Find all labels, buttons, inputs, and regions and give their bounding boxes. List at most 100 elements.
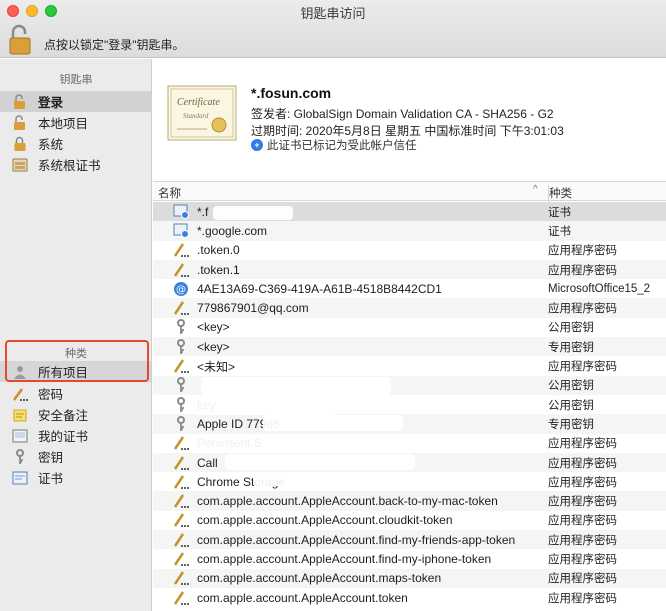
row-name: com.apple.account.AppleAccount.cloudkit-… — [197, 513, 453, 528]
row-kind: 应用程序密码 — [548, 592, 617, 605]
table-row[interactable]: 779867901@qq.com 应用程序密码 — [153, 298, 666, 318]
row-name: .token.0 — [197, 243, 240, 258]
table-row[interactable]: *.google.com 证书 — [153, 221, 666, 241]
cabinet-icon — [12, 157, 28, 173]
pencil-dots-icon — [173, 435, 189, 451]
column-header-kind[interactable]: 种类 — [548, 185, 666, 203]
note-icon — [12, 407, 28, 423]
sidebar-item-certificates[interactable]: 证书 — [0, 467, 151, 488]
pencil-dots-icon — [173, 512, 189, 528]
sidebar-item-secure-notes[interactable]: 安全备注 — [0, 404, 151, 425]
pencil-dots-icon — [173, 455, 189, 471]
redaction-blur — [201, 377, 391, 395]
key-icon — [173, 396, 189, 413]
row-name: *.google.com — [197, 223, 268, 238]
redaction-blur — [213, 206, 293, 220]
table-row[interactable]: com.apple.account.AppleAccount.find-my-f… — [153, 530, 666, 550]
table-row[interactable]: com.apple.account.AppleAccount.maps-toke… — [153, 568, 666, 588]
sidebar-item-label: 证书 — [38, 472, 64, 486]
main-pane: Certificate Standard *.fosun.com 签发者: Gl… — [153, 59, 666, 611]
certificate-preview-icon: Certificate Standard — [167, 85, 237, 141]
table-row[interactable]: <未知> 应用程序密码 — [153, 356, 666, 375]
table-row[interactable]: com.apple.account.AppleAccount.find-my-i… — [153, 549, 666, 568]
row-kind: 专用密钥 — [548, 341, 594, 354]
pencil-dots-icon — [173, 493, 189, 509]
sidebar-item-label: 系统 — [38, 138, 64, 152]
row-kind: 应用程序密码 — [548, 303, 617, 316]
row-name: .token.1 — [197, 262, 240, 277]
pencil-dots-icon — [12, 386, 28, 402]
redaction-blur — [263, 415, 403, 431]
row-name: 4AE13A69-C369-419A-A61B-4518B8442CD1 — [197, 281, 442, 296]
table-row[interactable]: Apple ID 77986 专用密钥 — [153, 414, 666, 434]
svg-text:@: @ — [176, 284, 186, 295]
redaction-blur — [193, 435, 393, 451]
row-name: 779867901@qq.com — [197, 301, 309, 316]
pencil-dots-icon — [173, 242, 189, 258]
row-kind: 应用程序密码 — [548, 496, 617, 509]
row-name: <key> — [197, 339, 230, 354]
table-row[interactable]: com.apple.account.AppleAccount.cloudkit-… — [153, 511, 666, 530]
sidebar-item-label: 密钥 — [38, 451, 64, 465]
sidebar-item-label: 本地项目 — [38, 117, 89, 131]
row-name: com.apple.account.AppleAccount.find-my-f… — [197, 532, 516, 547]
at-icon: @ — [173, 281, 189, 297]
sidebar-item-system-roots[interactable]: 系统根证书 — [0, 154, 151, 175]
row-kind: 证书 — [548, 225, 571, 238]
sidebar-item-system[interactable]: 系统 — [0, 133, 151, 154]
sidebar-item-login[interactable]: 登录 — [0, 91, 151, 112]
table-row[interactable]: com.apple.account.AppleAccount.back-to-m… — [153, 491, 666, 511]
table-row[interactable]: @4AE13A69-C369-419A-A61B-4518B8442CD1 Mic… — [153, 279, 666, 298]
pencil-dots-icon — [173, 474, 189, 490]
row-name: com.apple.account.AppleAccount.back-to-m… — [197, 494, 498, 509]
sidebar-item-passwords[interactable]: 密码 — [0, 383, 151, 404]
sort-ascending-icon[interactable]: ^ — [533, 184, 538, 195]
table-header: 名称 ^ 种类 — [153, 181, 666, 203]
sidebar-item-label: 安全备注 — [38, 409, 89, 423]
certificate-trust-status: + 此证书已标记为受此帐户信任 — [251, 137, 417, 153]
row-kind: 应用程序密码 — [548, 553, 617, 566]
table-row[interactable]: Chrome Storage 应用程序密码 — [153, 472, 666, 491]
row-kind: 公用密钥 — [548, 380, 594, 393]
row-kind: 专用密钥 — [548, 418, 594, 431]
keychains-header: 钥匙串 — [59, 74, 93, 86]
sidebar-item-label: 我的证书 — [38, 430, 89, 444]
pencil-dots-icon — [173, 300, 189, 316]
table-row[interactable]: <key> 公用密钥 — [153, 318, 666, 337]
svg-text:Standard: Standard — [183, 112, 209, 120]
certificate-icon — [173, 204, 189, 220]
pencil-dots-icon — [173, 262, 189, 278]
pencil-dots-icon — [173, 570, 189, 586]
certificate-issuer: 签发者: GlobalSign Domain Validation CA - S… — [251, 107, 554, 121]
table-row[interactable]: com.apple.account.AppleAccount.token 应用程序… — [153, 588, 666, 607]
row-name: com.apple.account.AppleAccount.maps-toke… — [197, 571, 442, 586]
table-row[interactable]: .token.0 应用程序密码 — [153, 241, 666, 260]
key-icon — [173, 319, 189, 335]
lock-closed-icon — [12, 136, 28, 152]
row-kind: 应用程序密码 — [548, 457, 617, 470]
pencil-dots-icon — [173, 590, 189, 606]
redaction-blur — [253, 472, 393, 486]
svg-text:Certificate: Certificate — [177, 97, 220, 108]
lock-message: 点按以锁定"登录"钥匙串。 — [44, 38, 185, 52]
sidebar-item-label: 登录 — [38, 96, 64, 110]
key-icon — [173, 377, 189, 393]
sidebar-item-keys[interactable]: 密钥 — [0, 446, 151, 467]
sidebar-item-my-certificates[interactable]: 我的证书 — [0, 425, 151, 446]
column-header-name[interactable]: 名称 — [158, 185, 181, 201]
row-kind: 应用程序密码 — [548, 245, 617, 258]
table-row[interactable]: .token.1 应用程序密码 — [153, 259, 666, 280]
row-kind: 应用程序密码 — [548, 534, 617, 547]
sidebar-item-local[interactable]: 本地项目 — [0, 112, 151, 133]
row-kind: MicrosoftOffice15_2 — [548, 282, 651, 295]
row-kind: 应用程序密码 — [548, 515, 617, 528]
sidebar: 钥匙串 登录 本地项目 系统 系统根证书 种类 所有项目 密码 安全备注 我的证… — [0, 59, 152, 611]
window-title: 钥匙串访问 — [300, 6, 366, 21]
table-row[interactable]: <key> 专用密钥 — [153, 337, 666, 357]
lock-open-icon — [12, 114, 28, 131]
key-icon — [173, 415, 189, 432]
row-name: com.apple.account.AppleAccount.find-my-i… — [197, 551, 492, 566]
key-icon — [12, 448, 28, 465]
redaction-blur — [225, 454, 415, 470]
lock-open-icon[interactable] — [9, 24, 33, 56]
